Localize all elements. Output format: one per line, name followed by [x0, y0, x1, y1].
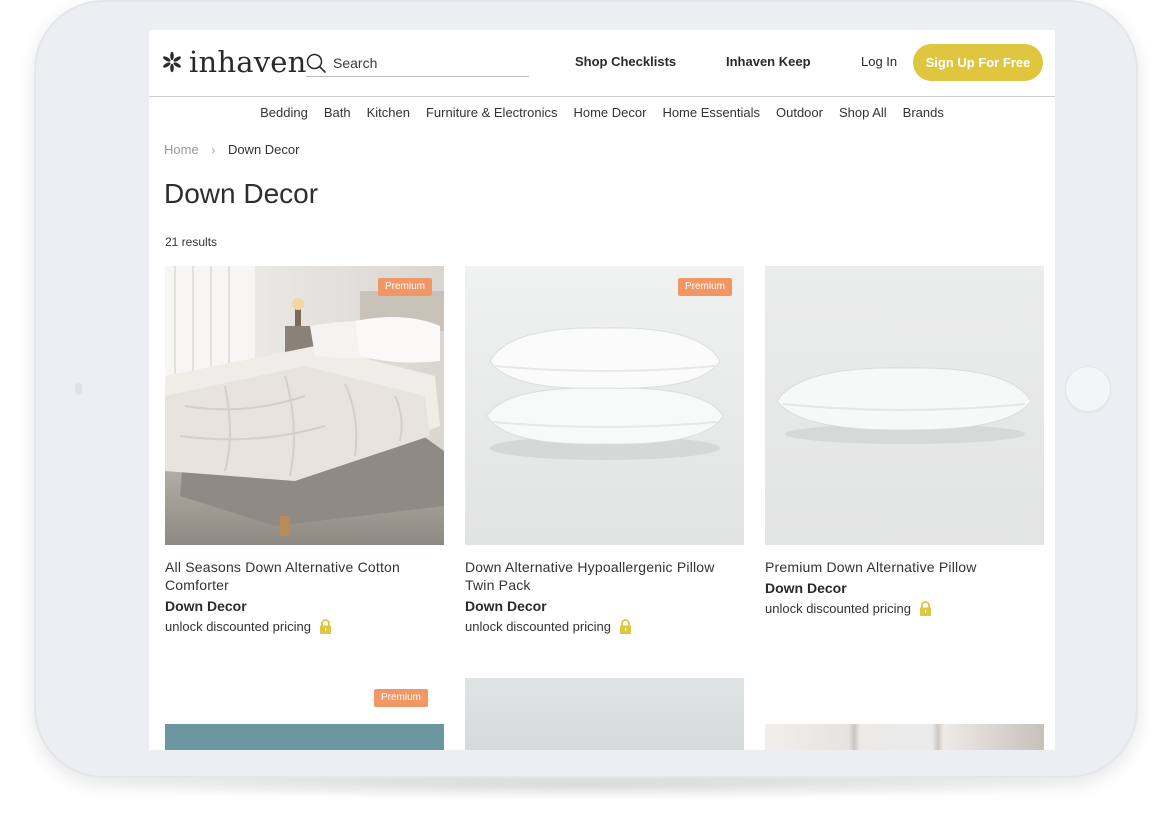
asterisk-flower-icon [163, 51, 181, 73]
search-input[interactable] [333, 52, 523, 74]
breadcrumb-home[interactable]: Home [164, 142, 199, 157]
browser-screen: inhaven Shop Checklists Inhaven Keep Log… [149, 30, 1055, 750]
nav-item-bedding[interactable]: Bedding [260, 105, 308, 120]
product-card[interactable]: Premium Down Alternative Pillow Down Dec… [765, 266, 1044, 616]
lock-icon [919, 601, 931, 616]
premium-badge: Premium [377, 278, 432, 296]
lock-icon [619, 619, 631, 634]
tablet-camera [75, 383, 82, 395]
nav-item-shop-all[interactable]: Shop All [839, 105, 887, 120]
product-name[interactable]: Premium Down Alternative Pillow [765, 558, 1044, 576]
nav-item-bath[interactable]: Bath [324, 105, 351, 120]
logo[interactable]: inhaven [161, 45, 307, 79]
product-image-row2-3[interactable] [765, 724, 1044, 750]
search-icon[interactable] [306, 53, 326, 73]
product-price[interactable]: unlock discounted pricing [165, 619, 444, 634]
product-name[interactable]: Down Alternative Hypoallergenic Pillow T… [465, 558, 744, 594]
login-link[interactable]: Log In [861, 54, 897, 69]
chevron-right-icon: › [211, 143, 216, 157]
nav-item-furniture-electronics[interactable]: Furniture & Electronics [426, 105, 558, 120]
product-brand[interactable]: Down Decor [165, 598, 444, 614]
nav-item-home-decor[interactable]: Home Decor [573, 105, 646, 120]
nav-item-home-essentials[interactable]: Home Essentials [662, 105, 760, 120]
unlock-pricing-text[interactable]: unlock discounted pricing [165, 619, 311, 634]
unlock-pricing-text[interactable]: unlock discounted pricing [465, 619, 611, 634]
site-header: inhaven Shop Checklists Inhaven Keep Log… [149, 30, 1055, 97]
nav-item-outdoor[interactable]: Outdoor [776, 105, 823, 120]
lock-icon [319, 619, 331, 634]
comforter-bed-image [165, 266, 444, 545]
page-title: Down Decor [164, 178, 319, 209]
nav-item-brands[interactable]: Brands [903, 105, 944, 120]
product-image-comforter[interactable]: Premium [165, 266, 444, 545]
unlock-pricing-text[interactable]: unlock discounted pricing [765, 601, 911, 616]
category-nav: Bedding Bath Kitchen Furniture & Electro… [149, 96, 1055, 128]
inhaven-keep-link[interactable]: Inhaven Keep [726, 54, 811, 69]
product-image-pillow-twin-pack[interactable]: Premium [465, 266, 744, 545]
logo-text: inhaven [189, 45, 307, 79]
signup-button[interactable]: Sign Up For Free [913, 44, 1043, 81]
premium-badge: Premium [677, 278, 732, 296]
product-image-row2-1[interactable] [165, 724, 444, 750]
product-card[interactable]: Premium All Seasons Down Alternative Cot… [165, 266, 444, 634]
product-image-single-pillow[interactable] [765, 266, 1044, 545]
premium-badge: Premium [374, 689, 429, 707]
product-price[interactable]: unlock discounted pricing [765, 601, 1044, 616]
nav-item-kitchen[interactable]: Kitchen [367, 105, 410, 120]
shop-checklists-link[interactable]: Shop Checklists [575, 54, 676, 69]
product-name[interactable]: All Seasons Down Alternative Cotton Comf… [165, 558, 444, 594]
product-brand[interactable]: Down Decor [465, 598, 744, 614]
product-card[interactable]: Premium Down Alternative Hypoallergenic … [465, 266, 744, 634]
tablet-home-button [1065, 366, 1111, 412]
single-pillow-image [765, 266, 1044, 545]
breadcrumb: Home › Down Decor [164, 142, 299, 157]
stacked-pillows-image [465, 266, 744, 545]
search-bar [306, 52, 529, 77]
results-count: 21 results [165, 235, 218, 249]
product-brand[interactable]: Down Decor [765, 580, 1044, 596]
breadcrumb-current: Down Decor [227, 142, 300, 157]
product-image-row2-2[interactable] [465, 678, 744, 750]
product-price[interactable]: unlock discounted pricing [465, 619, 744, 634]
